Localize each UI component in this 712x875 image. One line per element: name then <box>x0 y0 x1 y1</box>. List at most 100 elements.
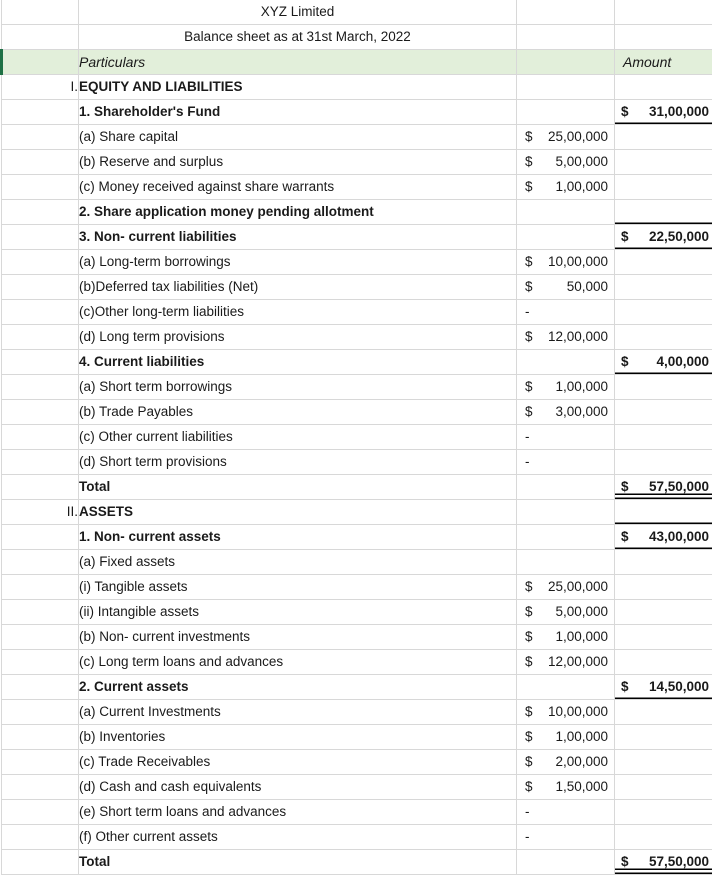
company-title-row: XYZ Limited <box>2 0 712 25</box>
amount-cell <box>615 175 712 200</box>
column-header-particulars: Particulars <box>79 50 517 75</box>
row-label: (b)Deferred tax liabilities (Net) <box>79 275 517 300</box>
detail-amount-cell: $1,00,000 <box>517 625 615 650</box>
detail-amount-cell: $25,00,000 <box>517 125 615 150</box>
row-number-cell <box>2 350 79 375</box>
row-label: (a) Current Investments <box>79 700 517 725</box>
detail-amount-cell <box>517 550 615 575</box>
detail-amount-cell <box>517 350 615 375</box>
row-number-cell <box>2 600 79 625</box>
column-header-row: Particulars Amount <box>2 50 712 75</box>
amount-cell <box>615 700 712 725</box>
column-header-amount: Amount <box>615 50 712 75</box>
row-number-cell <box>2 100 79 125</box>
amount-cell <box>615 25 712 50</box>
row-label: (i) Tangible assets <box>79 575 517 600</box>
amount-cell: $57,50,000 <box>615 475 712 500</box>
row-label: 2. Current assets <box>79 675 517 700</box>
table-row: Total$57,50,000 <box>2 850 712 875</box>
row-number-cell <box>2 700 79 725</box>
detail-amount-cell <box>517 100 615 125</box>
table-row: 1. Shareholder's Fund $31,00,000 <box>2 100 712 125</box>
row-number-cell <box>2 200 79 225</box>
row-label: Total <box>79 475 517 500</box>
statement-title-row: Balance sheet as at 31st March, 2022 <box>2 25 712 50</box>
amount-cell <box>615 825 712 850</box>
amount-cell: $57,50,000 <box>615 850 712 875</box>
row-number-cell <box>2 625 79 650</box>
table-row: (b) Inventories$1,00,000 <box>2 725 712 750</box>
detail-amount-cell: $1,50,000 <box>517 775 615 800</box>
row-number-cell <box>2 450 79 475</box>
detail-cell <box>517 0 615 25</box>
amount-cell <box>615 300 712 325</box>
row-label: (b) Trade Payables <box>79 400 517 425</box>
amount-cell <box>615 625 712 650</box>
row-number-cell <box>2 300 79 325</box>
company-name: XYZ Limited <box>79 0 517 25</box>
amount-cell <box>615 650 712 675</box>
header-spacer-cell <box>517 50 615 75</box>
row-number-cell: I. <box>2 75 79 100</box>
row-number-cell <box>2 525 79 550</box>
detail-amount-cell: $5,00,000 <box>517 150 615 175</box>
table-row: II.ASSETS <box>2 500 712 525</box>
table-row: (c) Other current liabilities- <box>2 425 712 450</box>
row-label: 2. Share application money pending allot… <box>79 200 517 225</box>
amount-cell <box>615 550 712 575</box>
row-label: (a) Long-term borrowings <box>79 250 517 275</box>
amount-cell <box>615 500 712 525</box>
amount-cell: $31,00,000 <box>615 100 712 125</box>
row-number-cell: II. <box>2 500 79 525</box>
detail-amount-cell <box>517 675 615 700</box>
amount-cell <box>615 425 712 450</box>
row-label: 4. Current liabilities <box>79 350 517 375</box>
amount-cell <box>615 725 712 750</box>
row-label: (b) Reserve and surplus <box>79 150 517 175</box>
detail-amount-cell <box>517 525 615 550</box>
table-row: (b) Non- current investments$1,00,000 <box>2 625 712 650</box>
table-row: (c)Other long-term liabilities- <box>2 300 712 325</box>
table-row: (d) Cash and cash equivalents$1,50,000 <box>2 775 712 800</box>
section-numeral: II. <box>67 504 78 519</box>
amount-cell <box>615 0 712 25</box>
detail-amount-cell: $1,00,000 <box>517 725 615 750</box>
row-number-cell <box>2 775 79 800</box>
header-accent-cell <box>2 50 79 75</box>
table-row: 2. Current assets$14,50,000 <box>2 675 712 700</box>
detail-amount-cell <box>517 200 615 225</box>
table-row: (c) Long term loans and advances$12,00,0… <box>2 650 712 675</box>
row-label: (a) Share capital <box>79 125 517 150</box>
table-row: 4. Current liabilities$4,00,000 <box>2 350 712 375</box>
detail-amount-cell: $50,000 <box>517 275 615 300</box>
detail-amount-cell: - <box>517 800 615 825</box>
amount-cell <box>615 450 712 475</box>
detail-amount-cell: $2,00,000 <box>517 750 615 775</box>
detail-amount-cell <box>517 75 615 100</box>
table-row: (e) Short term loans and advances- <box>2 800 712 825</box>
row-number-cell <box>2 175 79 200</box>
amount-cell <box>615 75 712 100</box>
detail-amount-cell: - <box>517 425 615 450</box>
row-number-cell <box>2 550 79 575</box>
row-number-cell <box>2 125 79 150</box>
row-number-cell <box>2 850 79 875</box>
amount-cell <box>615 200 712 225</box>
table-row: (b) Reserve and surplus$5,00,000 <box>2 150 712 175</box>
row-number-cell <box>2 475 79 500</box>
table-row: I.EQUITY AND LIABILITIES <box>2 75 712 100</box>
row-number-cell <box>2 25 79 50</box>
detail-amount-cell <box>517 850 615 875</box>
balance-sheet-table: XYZ Limited Balance sheet as at 31st Mar… <box>0 0 712 875</box>
row-label: 1. Shareholder's Fund <box>79 100 517 125</box>
table-row: (ii) Intangible assets$5,00,000 <box>2 600 712 625</box>
table-row: (c) Money received against share warrant… <box>2 175 712 200</box>
row-label: (c) Other current liabilities <box>79 425 517 450</box>
detail-amount-cell <box>517 475 615 500</box>
row-number-cell <box>2 0 79 25</box>
row-label: (f) Other current assets <box>79 825 517 850</box>
row-label: (ii) Intangible assets <box>79 600 517 625</box>
table-row: (a) Long-term borrowings$10,00,000 <box>2 250 712 275</box>
row-number-cell <box>2 325 79 350</box>
amount-cell: $22,50,000 <box>615 225 712 250</box>
